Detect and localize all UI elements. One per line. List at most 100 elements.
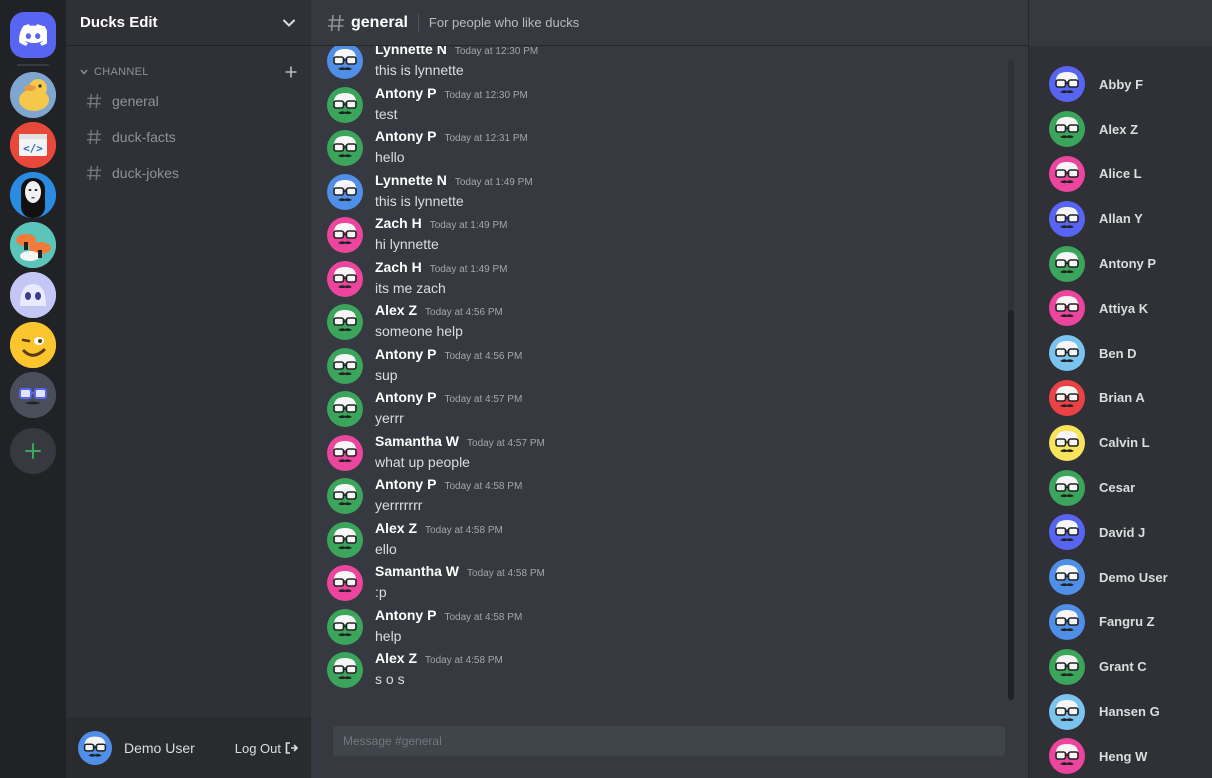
message-item: Lynnette N Today at 12:30 PM this is lynne… bbox=[327, 46, 545, 81]
member-item[interactable]: Demo User bbox=[1029, 555, 1212, 600]
logout-icon bbox=[285, 742, 299, 754]
channel-label: general bbox=[112, 93, 159, 109]
author-avatar[interactable] bbox=[327, 304, 363, 340]
message-author[interactable]: Alex Z bbox=[375, 302, 417, 318]
author-avatar[interactable] bbox=[327, 652, 363, 688]
channel-item[interactable]: duck-facts bbox=[74, 120, 303, 154]
message-author[interactable]: Antony P bbox=[375, 85, 436, 101]
user-avatar[interactable] bbox=[78, 731, 112, 765]
member-item[interactable]: Alice L bbox=[1029, 152, 1212, 197]
message-timestamp: Today at 1:49 PM bbox=[429, 220, 508, 231]
category-chevron-icon bbox=[80, 69, 88, 75]
add-server-button[interactable] bbox=[10, 428, 56, 474]
member-item[interactable]: Abby F bbox=[1029, 62, 1212, 107]
message-content: ello bbox=[375, 540, 397, 557]
message-author[interactable]: Samantha W bbox=[375, 563, 459, 579]
message-content: this is lynnette bbox=[375, 62, 464, 78]
message-author[interactable]: Antony P bbox=[375, 389, 436, 405]
message-content: yerrr bbox=[375, 410, 404, 426]
author-avatar[interactable] bbox=[327, 434, 363, 471]
message-input[interactable] bbox=[333, 726, 1005, 756]
message-timestamp: Today at 4:58 PM bbox=[444, 481, 523, 492]
server-emoji[interactable] bbox=[10, 322, 56, 368]
chat-area: general For people who like ducks Lynnet… bbox=[311, 0, 1028, 778]
user-panel: Demo User Log Out bbox=[66, 718, 311, 778]
author-avatar[interactable] bbox=[327, 478, 363, 514]
hashtag-icon bbox=[328, 14, 344, 31]
member-item[interactable]: Hansen G bbox=[1029, 689, 1212, 734]
message-author[interactable]: Antony P bbox=[375, 476, 436, 492]
message-content: this is lynnette bbox=[375, 192, 464, 209]
member-avatar bbox=[1049, 603, 1085, 640]
message-timestamp: Today at 12:31 PM bbox=[444, 133, 528, 144]
member-item[interactable]: Antony P bbox=[1029, 241, 1212, 286]
channel-label: duck-facts bbox=[112, 129, 176, 145]
current-user-name: Demo User bbox=[124, 740, 195, 756]
scrollbar-track[interactable] bbox=[1008, 60, 1014, 700]
message-author[interactable]: Samantha W bbox=[375, 433, 459, 449]
channel-category[interactable]: CHANNEL bbox=[66, 62, 311, 82]
hashtag-icon bbox=[86, 129, 102, 145]
member-item[interactable]: Allan Y bbox=[1029, 196, 1212, 241]
member-name: Hansen G bbox=[1099, 704, 1160, 720]
logout-button[interactable]: Log Out bbox=[235, 741, 299, 756]
author-avatar[interactable] bbox=[327, 565, 363, 601]
author-avatar[interactable] bbox=[327, 391, 363, 427]
message-author[interactable]: Antony P bbox=[375, 128, 436, 144]
author-avatar[interactable] bbox=[327, 46, 363, 79]
member-name: Allan Y bbox=[1099, 211, 1143, 227]
member-item[interactable]: Grant C bbox=[1029, 644, 1212, 689]
chevron-down-icon[interactable] bbox=[283, 19, 295, 27]
member-item[interactable]: Calvin L bbox=[1029, 420, 1212, 465]
author-avatar[interactable] bbox=[327, 521, 363, 558]
message-item: Antony P Today at 4:56 PM sup bbox=[327, 342, 545, 386]
member-avatar bbox=[1049, 111, 1085, 148]
author-avatar[interactable] bbox=[327, 608, 363, 645]
member-item[interactable]: Cesar bbox=[1029, 465, 1212, 510]
member-name: Demo User bbox=[1099, 569, 1168, 585]
message-item: Alex Z Today at 4:58 PM ello bbox=[327, 516, 545, 560]
member-item[interactable]: Heng W bbox=[1029, 734, 1212, 778]
member-item[interactable]: Alex Z bbox=[1029, 107, 1212, 152]
author-avatar[interactable] bbox=[327, 130, 363, 166]
server-glasses[interactable] bbox=[10, 372, 56, 418]
author-avatar[interactable] bbox=[327, 217, 363, 253]
duck-icon bbox=[10, 72, 56, 118]
channel-item[interactable]: general bbox=[74, 84, 303, 118]
server-sushi[interactable] bbox=[10, 222, 56, 268]
message-content: help bbox=[375, 627, 402, 644]
message-author[interactable]: Zach H bbox=[375, 259, 422, 275]
server-ducks[interactable] bbox=[10, 72, 56, 118]
member-item[interactable]: Attiya K bbox=[1029, 286, 1212, 331]
home-button[interactable] bbox=[10, 12, 56, 58]
message-author[interactable]: Zach H bbox=[375, 215, 422, 231]
member-item[interactable]: Fangru Z bbox=[1029, 600, 1212, 645]
server-ghost[interactable] bbox=[10, 272, 56, 318]
author-avatar[interactable] bbox=[327, 347, 363, 384]
scrollbar-thumb[interactable] bbox=[1008, 310, 1014, 700]
guild-header[interactable]: Ducks Edit bbox=[66, 0, 311, 46]
hashtag-icon bbox=[86, 93, 102, 109]
author-avatar[interactable] bbox=[327, 86, 363, 123]
author-avatar[interactable] bbox=[327, 260, 363, 297]
hashtag-icon bbox=[86, 165, 102, 181]
message-timestamp: Today at 4:58 PM bbox=[444, 611, 523, 623]
message-author[interactable]: Alex Z bbox=[375, 650, 417, 666]
channel-item[interactable]: duck-jokes bbox=[74, 156, 303, 190]
message-author[interactable]: Lynnette N bbox=[375, 46, 447, 57]
message-author[interactable]: Antony P bbox=[375, 607, 436, 623]
message-content: yerrrrrrr bbox=[375, 497, 423, 513]
add-channel-icon[interactable] bbox=[285, 66, 297, 78]
member-avatar bbox=[1049, 424, 1085, 461]
message-author[interactable]: Alex Z bbox=[375, 520, 417, 536]
member-item[interactable]: David J bbox=[1029, 510, 1212, 555]
message-scroller[interactable]: Lynnette N Today at 12:30 PM this is lynne… bbox=[311, 46, 1016, 700]
message-content: someone help bbox=[375, 323, 463, 339]
member-item[interactable]: Brian A bbox=[1029, 376, 1212, 421]
server-noface[interactable] bbox=[10, 172, 56, 218]
server-code[interactable]: </> bbox=[10, 122, 56, 168]
author-avatar[interactable] bbox=[327, 173, 363, 210]
message-author[interactable]: Lynnette N bbox=[375, 172, 447, 188]
member-item[interactable]: Ben D bbox=[1029, 331, 1212, 376]
message-author[interactable]: Antony P bbox=[375, 346, 436, 362]
